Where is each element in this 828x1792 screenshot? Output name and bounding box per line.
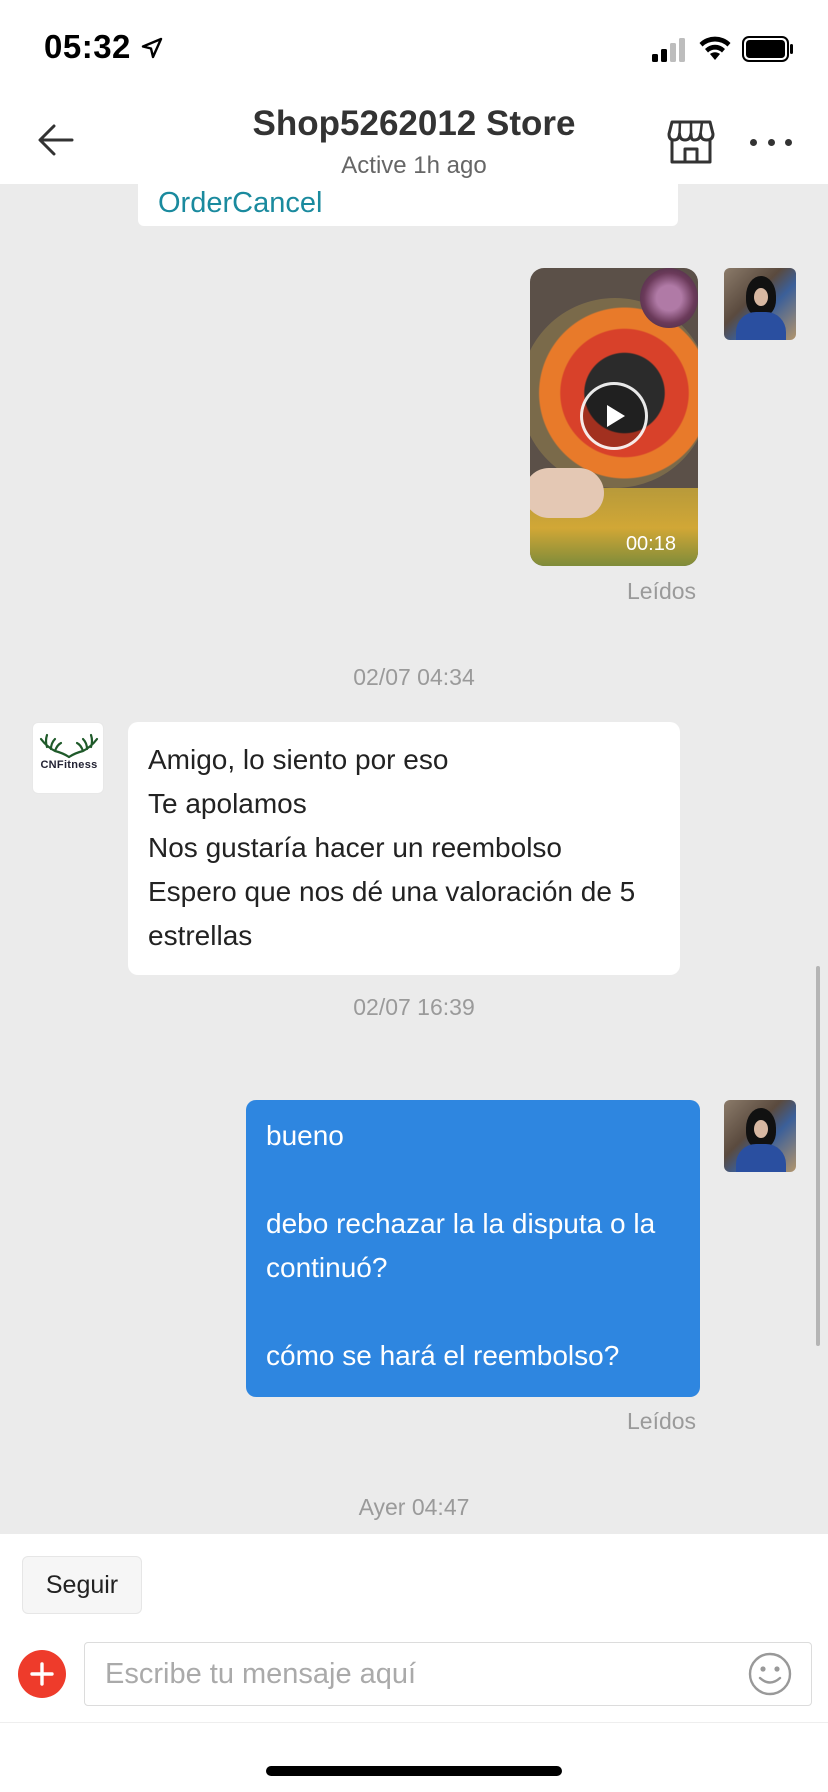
message-timestamp: 02/07 16:39 [353,994,475,1020]
my-avatar[interactable] [724,1100,796,1172]
more-dots-icon [750,138,757,146]
order-status-card[interactable]: OrderCancel [138,184,678,226]
video-duration: 00:18 [625,533,676,555]
message-timestamp: 02/07 04:34 [353,664,475,690]
follow-button[interactable]: Seguir [22,1556,142,1614]
play-icon [607,405,625,427]
order-status-label: OrderCancel [158,187,323,219]
status-bar: 05:32 [0,0,828,96]
chat-messages[interactable]: OrderCancel 00:18 Leídos 02/07 04:34 CNF… [0,184,828,1534]
outgoing-message-text: bueno debo rechazar la la disputa o la c… [266,1120,656,1371]
plus-icon [30,1662,54,1686]
read-receipt: Leídos [627,1408,697,1434]
play-button[interactable] [580,382,648,450]
cellular-signal-icon [652,38,685,62]
chat-scrollbar[interactable] [816,966,820,1346]
location-arrow-icon [141,37,163,59]
shop-avatar[interactable]: CNFitness [32,722,104,794]
outgoing-message-bubble[interactable]: bueno debo rechazar la la disputa o la c… [246,1100,700,1397]
add-attachment-button[interactable] [18,1650,66,1698]
message-input-placeholder: Escribe tu mensaje aquí [105,1657,417,1690]
incoming-message-bubble[interactable]: Amigo, lo siento por eso Te apolamos Nos… [128,722,680,975]
home-indicator[interactable] [266,1766,562,1776]
more-options-button[interactable] [746,130,796,154]
status-time: 05:32 [44,28,131,65]
read-receipt: Leídos [627,578,697,604]
store-icon [667,120,715,164]
store-button[interactable] [666,116,716,166]
shop-logo-text: CNFitness [40,759,98,771]
my-avatar[interactable] [724,268,796,340]
composer-area: Seguir Escribe tu mensaje aquí [0,1534,828,1792]
message-timestamp: Ayer 04:47 [358,1494,470,1520]
chat-header: Shop5262012 Store Active 1h ago [0,96,828,184]
emoji-icon[interactable] [748,1652,792,1696]
battery-icon [742,36,793,62]
wifi-icon [699,36,731,60]
incoming-message-text: Amigo, lo siento por eso Te apolamos Nos… [148,744,636,951]
message-input[interactable]: Escribe tu mensaje aquí [84,1642,812,1706]
divider [0,1722,828,1723]
video-message[interactable]: 00:18 [530,268,698,566]
